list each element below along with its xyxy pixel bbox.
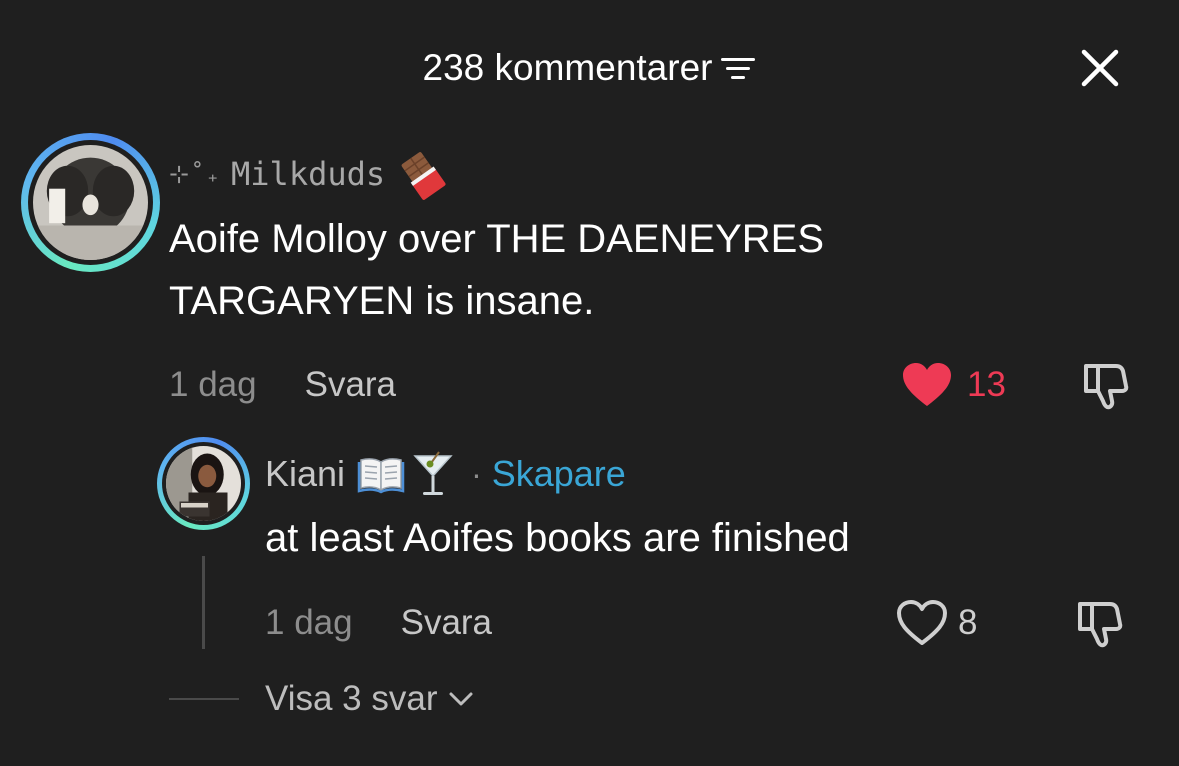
comments-header: 238 kommentarer [0,43,1179,91]
chocolate-icon [401,152,446,200]
reply-reply-button[interactable]: Svara [401,603,492,643]
comment-username[interactable]: Milkduds [231,155,385,193]
dislike-icon[interactable] [1074,596,1128,650]
reply-avatar[interactable] [157,437,250,530]
heart-icon [897,600,947,645]
cocktail-icon [413,451,453,495]
sort-icon[interactable] [720,53,756,83]
like-count: 13 [967,365,1006,404]
avatar[interactable] [21,133,160,272]
comment-text: Aoife Molloy over THE DAENEYRES TARGARYE… [169,217,825,323]
reply-button[interactable]: Svara [305,365,396,405]
chevron-down-icon [449,692,472,706]
creator-badge: Skapare [491,453,626,494]
reply-avatar-image [166,446,241,521]
username-decoration: ⊹˚₊ [169,160,222,188]
like-button[interactable]: 13 [901,360,1006,410]
reply-meta: 1 dag Svara [265,598,492,648]
comment-time: 1 dag [169,365,257,404]
thread-line [202,556,205,649]
reply-time: 1 dag [265,603,353,642]
reply-text: at least Aoifes books are finished [265,516,850,560]
avatar-image [33,145,148,260]
reply-like-button[interactable]: 8 [896,598,977,648]
comment-meta: 1 dag Svara [169,360,396,410]
reply-like-count: 8 [958,603,978,642]
heart-icon [903,363,951,406]
reply-username[interactable]: Kiani [265,453,345,495]
close-icon[interactable] [1072,40,1128,96]
show-replies-divider [169,698,239,700]
show-replies-label: Visa 3 svar [265,679,438,718]
reply-username-row[interactable]: Kiani · Skapare [265,448,626,500]
show-replies-button[interactable]: Visa 3 svar [169,674,476,724]
comment-count-title: 238 kommentarer [422,47,713,89]
book-icon [357,458,405,494]
separator-dot: · [471,455,482,492]
dislike-icon[interactable] [1080,358,1134,412]
comment-username-row[interactable]: ⊹˚₊ Milkduds [169,150,449,200]
